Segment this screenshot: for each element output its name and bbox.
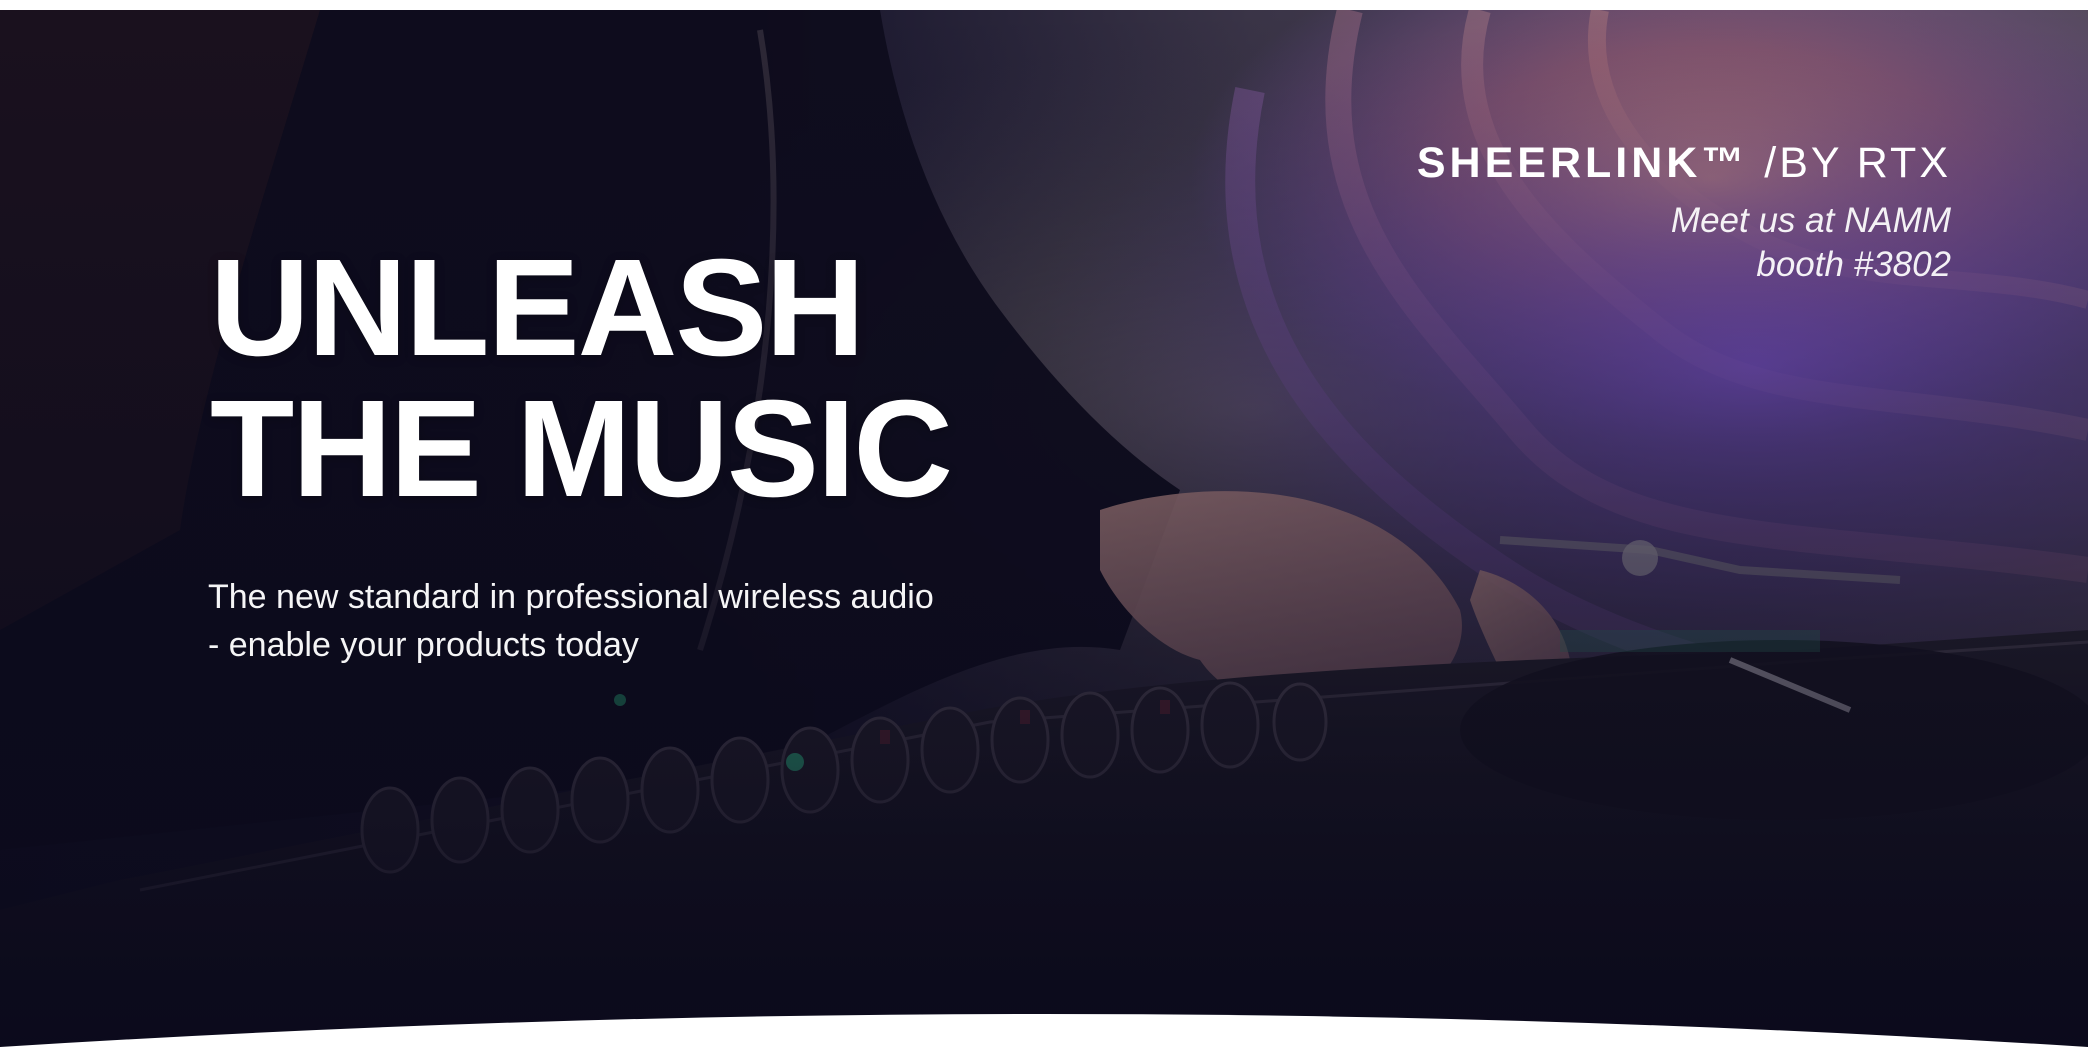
subtext-line-1: The new standard in professional wireles… bbox=[208, 578, 934, 616]
subtext-line-2: - enable your products today bbox=[208, 626, 639, 664]
brand-logo: SHEERLINK™ /BY RTX bbox=[1417, 142, 1951, 185]
headline-line-1: UNLEASH bbox=[210, 231, 865, 385]
hero-subtext: The new standard in professional wireles… bbox=[208, 573, 934, 669]
brand-byline: /BY RTX bbox=[1764, 139, 1951, 187]
headline-line-2: THE MUSIC bbox=[210, 372, 953, 526]
event-tagline: Meet us at NAMM booth #3802 bbox=[1417, 199, 1951, 287]
tagline-line-2: booth #3802 bbox=[1756, 245, 1951, 284]
hero-banner: SHEERLINK™ /BY RTX Meet us at NAMM booth… bbox=[0, 10, 2088, 1059]
tagline-line-1: Meet us at NAMM bbox=[1670, 201, 1951, 240]
brand-block: SHEERLINK™ /BY RTX Meet us at NAMM booth… bbox=[1417, 142, 1951, 287]
brand-name: SHEERLINK™ bbox=[1416, 139, 1749, 187]
page-title: UNLEASH THE MUSIC bbox=[210, 231, 953, 526]
white-curve-divider bbox=[0, 1014, 2088, 1059]
